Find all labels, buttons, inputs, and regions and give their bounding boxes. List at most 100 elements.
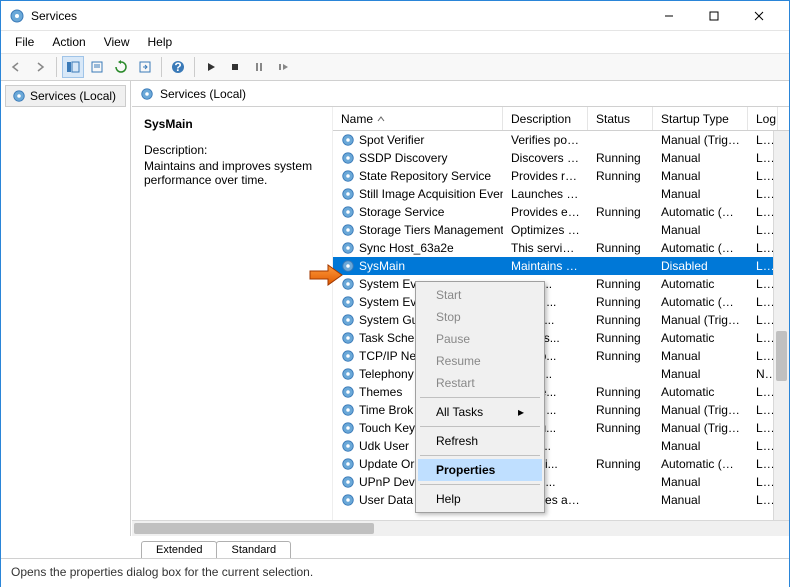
table-row[interactable]: Time Brokinates ...RunningManual (Trigg.… xyxy=(333,401,789,419)
table-row[interactable]: Task Schees a us...RunningAutomaticLoc xyxy=(333,329,789,347)
cm-resume[interactable]: Resume xyxy=(418,350,542,372)
service-status-cell: Running xyxy=(588,403,653,417)
table-row[interactable]: SysMainMaintains a...DisabledLoc xyxy=(333,257,789,275)
menu-action[interactable]: Action xyxy=(44,33,93,51)
tree-pane: Services (Local) xyxy=(1,81,131,536)
gear-icon xyxy=(341,421,355,435)
gear-icon xyxy=(341,493,355,507)
table-row[interactable]: Spot Verifier Verifies pote... Manual (Tri… xyxy=(333,131,789,149)
gear-icon xyxy=(341,187,355,201)
service-startup-cell: Manual xyxy=(653,223,748,237)
horizontal-scrollbar[interactable] xyxy=(132,520,789,536)
service-startup-cell: Manual xyxy=(653,187,748,201)
menu-bar: File Action View Help xyxy=(1,31,789,53)
service-startup-cell: Manual (Trigg... xyxy=(653,421,748,435)
column-status[interactable]: Status xyxy=(588,107,653,130)
service-desc-cell: Launches ap... xyxy=(503,187,588,201)
service-status-cell: Running xyxy=(588,331,653,345)
table-row[interactable]: Storage Tiers ManagementOptimizes th...M… xyxy=(333,221,789,239)
table-row[interactable]: Telephonyes Tel...ManualNe xyxy=(333,365,789,383)
vertical-scrollbar[interactable] xyxy=(773,131,789,520)
stop-button[interactable] xyxy=(224,56,246,78)
service-name-cell: Spot Verifier xyxy=(359,133,424,147)
gear-icon xyxy=(341,475,355,489)
service-startup-cell: Manual (Trigg... xyxy=(653,133,748,147)
gear-icon xyxy=(341,241,355,255)
table-row[interactable]: Still Image Acquisition EventsLaunches a… xyxy=(333,185,789,203)
service-desc-cell: Provides ena... xyxy=(503,205,588,219)
main-area: Services (Local) Services (Local) SysMai… xyxy=(1,81,789,536)
table-row[interactable]: System Evors sy...RunningAutomaticLoc xyxy=(333,275,789,293)
gear-icon xyxy=(341,439,355,453)
back-button[interactable] xyxy=(5,56,27,78)
service-startup-cell: Automatic xyxy=(653,385,748,399)
tab-extended[interactable]: Extended xyxy=(141,541,217,558)
column-startup[interactable]: Startup Type xyxy=(653,107,748,130)
service-startup-cell: Manual xyxy=(653,349,748,363)
properties-toolbar-button[interactable] xyxy=(86,56,108,78)
column-description[interactable]: Description xyxy=(503,107,588,130)
pause-button[interactable] xyxy=(248,56,270,78)
service-desc-cell: Optimizes th... xyxy=(503,223,588,237)
forward-button[interactable] xyxy=(29,56,51,78)
table-row[interactable]: System Guors an...RunningManual (Trigg..… xyxy=(333,311,789,329)
refresh-button[interactable] xyxy=(110,56,132,78)
tree-root-services-local[interactable]: Services (Local) xyxy=(5,85,126,107)
list-header: Name Description Status Startup Type Log xyxy=(333,107,789,131)
services-list: Name Description Status Startup Type Log… xyxy=(332,107,789,520)
sort-asc-icon xyxy=(377,115,385,123)
minimize-button[interactable] xyxy=(646,2,691,30)
play-button[interactable] xyxy=(200,56,222,78)
show-hide-tree-button[interactable] xyxy=(62,56,84,78)
table-row[interactable]: Update Orges Wi...RunningAutomatic (De..… xyxy=(333,455,789,473)
table-row[interactable]: Themeses use...RunningAutomaticLoc xyxy=(333,383,789,401)
cm-stop[interactable]: Stop xyxy=(418,306,542,328)
cm-pause[interactable]: Pause xyxy=(418,328,542,350)
service-name-cell: Touch Key xyxy=(359,421,415,435)
table-row[interactable]: User Data Access_63a2eProvides ap...Manu… xyxy=(333,491,789,509)
service-startup-cell: Manual xyxy=(653,493,748,507)
cm-properties[interactable]: Properties xyxy=(418,459,542,481)
service-desc-cell: Maintains a... xyxy=(503,259,588,273)
close-button[interactable] xyxy=(736,2,781,30)
table-row[interactable]: Touch Keyes Tou...RunningManual (Trigg..… xyxy=(333,419,789,437)
table-row[interactable]: SSDP DiscoveryDiscovers ne...RunningManu… xyxy=(333,149,789,167)
service-name-cell: Update Or xyxy=(359,457,414,471)
service-name-cell: Udk User xyxy=(359,439,409,453)
window-title: Services xyxy=(31,9,646,23)
service-status-cell: Running xyxy=(588,313,653,327)
table-row[interactable]: State Repository ServiceProvides req...R… xyxy=(333,167,789,185)
table-row[interactable]: Sync Host_63a2eThis service ...RunningAu… xyxy=(333,239,789,257)
service-startup-cell: Manual xyxy=(653,367,748,381)
column-name[interactable]: Name xyxy=(333,107,503,130)
menu-help[interactable]: Help xyxy=(140,33,181,51)
service-status-cell: Running xyxy=(588,385,653,399)
cm-restart[interactable]: Restart xyxy=(418,372,542,394)
gear-icon xyxy=(341,295,355,309)
service-status-cell: Running xyxy=(588,151,653,165)
toolbar: ? xyxy=(1,53,789,81)
service-desc-cell: Provides req... xyxy=(503,169,588,183)
table-row[interactable]: Storage ServiceProvides ena...RunningAut… xyxy=(333,203,789,221)
table-row[interactable]: Udk Userompo...ManualLoc xyxy=(333,437,789,455)
restart-button[interactable] xyxy=(272,56,294,78)
cm-help[interactable]: Help xyxy=(418,488,542,510)
service-desc-cell: Verifies pote... xyxy=(503,133,588,147)
cm-start[interactable]: Start xyxy=(418,284,542,306)
gear-icon xyxy=(341,367,355,381)
export-button[interactable] xyxy=(134,56,156,78)
maximize-button[interactable] xyxy=(691,2,736,30)
table-row[interactable]: TCP/IP Netes sup...RunningManualLoc xyxy=(333,347,789,365)
service-startup-cell: Automatic (De... xyxy=(653,457,748,471)
menu-view[interactable]: View xyxy=(96,33,138,51)
tab-standard[interactable]: Standard xyxy=(216,541,291,558)
table-row[interactable]: System Evinates ...RunningAutomatic (Tri… xyxy=(333,293,789,311)
column-logon[interactable]: Log xyxy=(748,107,778,130)
help-button[interactable]: ? xyxy=(167,56,189,78)
cm-all-tasks[interactable]: All Tasks▸ xyxy=(418,401,542,423)
service-startup-cell: Automatic (Trig... xyxy=(653,295,748,309)
table-row[interactable]: UPnP DeviUPnP ...ManualLoc xyxy=(333,473,789,491)
cm-refresh[interactable]: Refresh xyxy=(418,430,542,452)
menu-file[interactable]: File xyxy=(7,33,42,51)
service-startup-cell: Manual (Trigg... xyxy=(653,313,748,327)
